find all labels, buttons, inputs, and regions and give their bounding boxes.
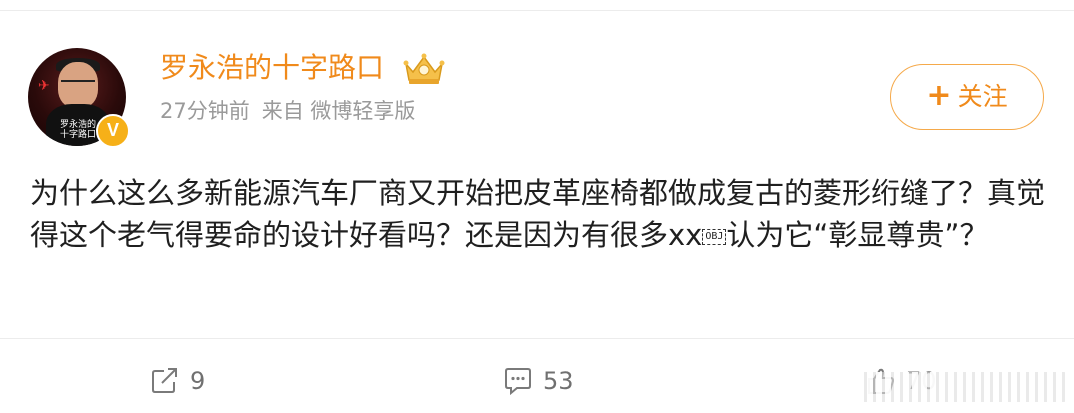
post-time[interactable]: 27分钟前 bbox=[160, 99, 250, 123]
post-text: 为什么这么多新能源汽车厂商又开始把皮革座椅都做成复古的菱形绗缝了？真觉得这个老气… bbox=[30, 172, 1060, 256]
username[interactable]: 罗永浩的十字路口 bbox=[160, 50, 384, 86]
plane-icon: ✈ bbox=[38, 78, 50, 94]
follow-button[interactable]: + 关注 bbox=[890, 64, 1044, 130]
post-source: 来自 微博轻享版 bbox=[261, 99, 416, 123]
comment-button[interactable]: 53 bbox=[503, 364, 574, 398]
follow-label: 关注 bbox=[957, 82, 1008, 111]
crown-badge-icon[interactable] bbox=[402, 52, 446, 86]
post-text-part2: 认为它“彰显尊贵”？ bbox=[726, 218, 989, 252]
avatar-glasses bbox=[61, 80, 95, 90]
repost-count: 9 bbox=[190, 367, 206, 395]
comment-icon bbox=[505, 368, 531, 395]
comment-count: 53 bbox=[543, 367, 574, 395]
verified-v-icon: V bbox=[96, 114, 130, 148]
post-meta: 27分钟前 来自 微博轻享版 bbox=[160, 96, 415, 126]
watermark-overlay bbox=[858, 372, 1068, 402]
repost-icon bbox=[152, 368, 177, 393]
avatar-caption: 罗永浩的十字路口 bbox=[59, 120, 96, 140]
plus-icon: + bbox=[926, 78, 952, 113]
top-divider bbox=[0, 10, 1074, 11]
bottom-divider bbox=[0, 338, 1074, 339]
object-placeholder-icon: OBJ bbox=[702, 229, 727, 245]
repost-button[interactable]: 9 bbox=[150, 364, 205, 398]
